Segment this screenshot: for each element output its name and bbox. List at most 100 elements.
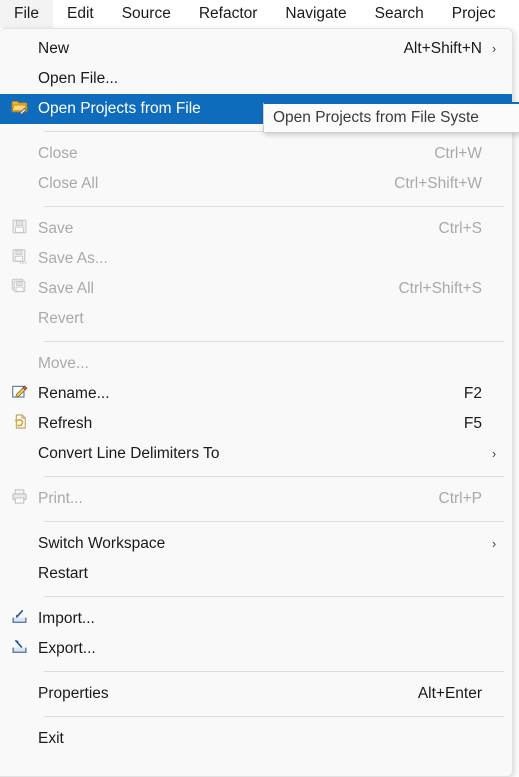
refresh-page-icon xyxy=(11,413,28,435)
menu-item-label: Save All xyxy=(38,280,95,297)
menu-item-icon-cell xyxy=(0,529,38,559)
menu-item-refresh[interactable]: Refresh F5 xyxy=(0,409,512,439)
menu-item-exit[interactable]: Exit xyxy=(0,724,512,754)
save-floppy-icon xyxy=(11,218,28,240)
no-icon xyxy=(11,176,27,192)
menu-item-label: Print... xyxy=(38,490,83,507)
menu-item-rename[interactable]: Rename... F2 xyxy=(0,379,512,409)
menu-item-accelerator: Ctrl+W xyxy=(434,145,482,162)
menu-item-label: Close xyxy=(38,145,78,162)
import-tray-icon xyxy=(11,608,28,630)
no-icon xyxy=(11,686,27,702)
submenu-chevron-right-icon: › xyxy=(491,446,497,461)
menu-item-accelerator: F2 xyxy=(463,385,482,402)
menu-item-accelerator: Ctrl+P xyxy=(438,490,483,507)
menu-item-open-file[interactable]: Open File... xyxy=(0,64,512,94)
menu-item-icon-cell xyxy=(0,679,38,709)
menubar-item-source[interactable]: Source xyxy=(108,0,185,28)
menu-item-properties[interactable]: Properties Alt+Enter xyxy=(0,679,512,709)
menu-item-print: Print... Ctrl+P xyxy=(0,484,512,514)
menubar-item-label: File xyxy=(14,5,39,22)
menu-item-convert-line-delimiters-to[interactable]: Convert Line Delimiters To › xyxy=(0,439,512,469)
menu-item-label: New xyxy=(38,40,70,57)
submenu-chevron-right-icon: › xyxy=(491,536,497,551)
no-icon xyxy=(11,731,27,747)
menu-item-new[interactable]: New Alt+Shift+N › xyxy=(0,34,512,64)
menu-separator xyxy=(44,716,504,717)
menubar-item-label: Navigate xyxy=(285,5,347,22)
menu-item-accelerator: F5 xyxy=(463,415,482,432)
print-printer-icon xyxy=(11,488,28,510)
menubar-item-file[interactable]: File xyxy=(0,0,53,28)
menubar-item-label: Source xyxy=(121,5,171,22)
menu-item-switch-workspace[interactable]: Switch Workspace › xyxy=(0,529,512,559)
no-icon xyxy=(11,356,27,372)
no-icon xyxy=(11,146,27,162)
menu-item-label: Revert xyxy=(38,310,84,327)
menu-separator xyxy=(44,596,504,597)
menu-item-label: Exit xyxy=(38,730,64,747)
menu-item-accelerator: Ctrl+Shift+W xyxy=(394,175,482,192)
save-all-floppy-icon xyxy=(11,278,28,300)
menu-item-icon-cell xyxy=(0,634,38,664)
menu-item-restart[interactable]: Restart xyxy=(0,559,512,589)
menubar-item-projec[interactable]: Projec xyxy=(438,0,510,28)
menu-item-icon-cell xyxy=(0,604,38,634)
menubar-item-navigate[interactable]: Navigate xyxy=(271,0,360,28)
menu-item-icon-cell xyxy=(0,64,38,94)
menu-item-revert: Revert xyxy=(0,304,512,334)
menu-item-label: Close All xyxy=(38,175,99,192)
no-icon xyxy=(11,71,27,87)
menu-item-move: Move... xyxy=(0,349,512,379)
no-icon xyxy=(11,446,27,462)
menu-item-icon-cell xyxy=(0,724,38,754)
menu-item-icon-cell xyxy=(0,244,38,274)
menubar-item-label: Projec xyxy=(451,5,496,22)
menu-item-accelerator: Ctrl+S xyxy=(438,220,483,237)
menu-item-icon-cell xyxy=(0,274,38,304)
menu-item-close-all: Close All Ctrl+Shift+W xyxy=(0,169,512,199)
menu-separator xyxy=(44,206,504,207)
menu-item-label: Move... xyxy=(38,355,89,372)
menu-item-icon-cell xyxy=(0,559,38,589)
menu-item-label: Properties xyxy=(38,685,109,702)
menu-item-icon-cell xyxy=(0,139,38,169)
menu-item-import[interactable]: Import... xyxy=(0,604,512,634)
submenu-chevron-right-icon: › xyxy=(491,41,497,56)
open-projects-tooltip: Open Projects from File Syste xyxy=(263,102,519,133)
tooltip-text: Open Projects from File Syste xyxy=(273,109,479,126)
rename-pencil-icon xyxy=(11,383,28,405)
menubar-item-label: Edit xyxy=(66,5,94,22)
no-icon xyxy=(11,536,27,552)
menubar-item-edit[interactable]: Edit xyxy=(53,0,108,28)
menu-item-label: Save As... xyxy=(38,250,108,267)
menubar-item-search[interactable]: Search xyxy=(361,0,438,28)
menubar-item-label: Search xyxy=(374,5,424,22)
no-icon xyxy=(11,311,27,327)
menu-item-icon-cell xyxy=(0,214,38,244)
menu-bar: File Edit Source Refactor Navigate Search Proj… xyxy=(0,0,519,28)
menu-item-save-as: Save As... xyxy=(0,244,512,274)
menu-item-icon-cell xyxy=(0,34,38,64)
menu-item-icon-cell xyxy=(0,169,38,199)
menu-item-icon-cell xyxy=(0,94,38,124)
menu-item-close: Close Ctrl+W xyxy=(0,139,512,169)
menu-item-accelerator: Alt+Shift+N xyxy=(403,40,482,57)
menu-item-icon-cell xyxy=(0,379,38,409)
menu-item-label: Rename... xyxy=(38,385,110,402)
menu-item-label: Switch Workspace xyxy=(38,535,166,552)
menu-item-icon-cell xyxy=(0,409,38,439)
menu-item-icon-cell xyxy=(0,349,38,379)
menu-item-label: Convert Line Delimiters To xyxy=(38,445,220,462)
menu-separator xyxy=(44,671,504,672)
menu-item-label: Save xyxy=(38,220,74,237)
menu-item-icon-cell xyxy=(0,484,38,514)
save-as-floppy-icon xyxy=(11,248,28,270)
menu-item-label: Open File... xyxy=(38,70,119,87)
no-icon xyxy=(11,41,27,57)
file-menu-dropdown: New Alt+Shift+N › Open File... Open Projects… xyxy=(0,28,513,777)
menu-item-export[interactable]: Export... xyxy=(0,634,512,664)
menubar-item-refactor[interactable]: Refactor xyxy=(185,0,272,28)
menu-item-label: Export... xyxy=(38,640,96,657)
menu-separator xyxy=(44,341,504,342)
